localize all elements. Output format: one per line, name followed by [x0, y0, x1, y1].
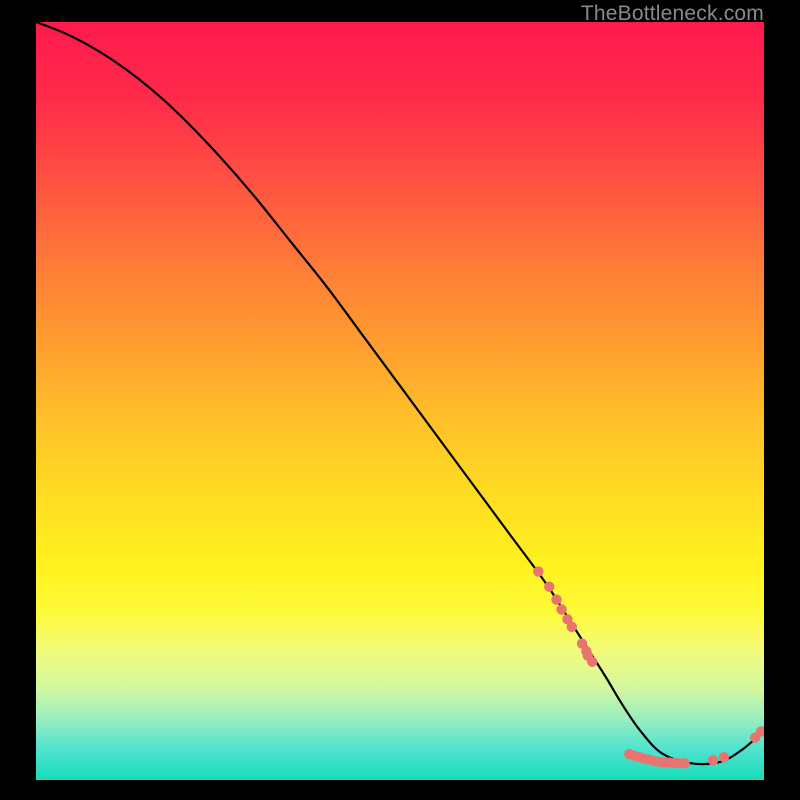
data-point — [708, 755, 718, 765]
watermark-text: TheBottleneck.com — [581, 2, 764, 26]
data-point — [719, 752, 729, 762]
data-point — [587, 657, 597, 667]
data-point — [567, 622, 577, 632]
data-point — [544, 582, 554, 592]
data-point — [551, 594, 561, 604]
chart-svg — [36, 22, 764, 780]
data-point — [533, 566, 543, 576]
chart-frame: TheBottleneck.com — [0, 0, 800, 800]
data-point — [556, 604, 566, 614]
plot-area — [36, 22, 764, 780]
bottleneck-curve — [36, 22, 764, 764]
scatter-points — [533, 566, 764, 768]
data-point — [679, 758, 689, 768]
